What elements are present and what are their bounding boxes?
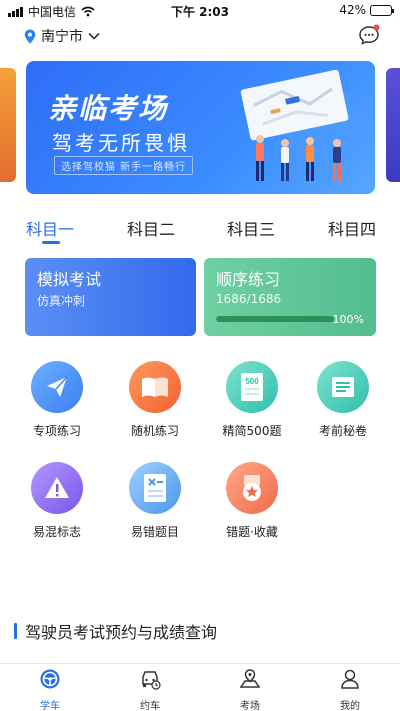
feature-error-prone[interactable]: 易错题目 <box>115 462 195 540</box>
map-pin-icon <box>239 669 261 688</box>
sequential-progress-fill <box>216 316 334 322</box>
nav-label: 学车 <box>40 701 60 711</box>
feature-pre-exam-papers[interactable]: 考前秘卷 <box>303 361 383 439</box>
mock-exam-title: 模拟考试 <box>37 270 102 289</box>
feature-label: 错题·收藏 <box>226 525 278 539</box>
person-icon <box>341 669 359 689</box>
people-carrying-map-illustration <box>240 69 365 181</box>
feature-label: 考前秘卷 <box>318 424 367 438</box>
status-bar: 中国电信 下午 2:03 42% <box>0 0 400 22</box>
promo-banner[interactable]: 亲临考场 驾考无所畏惧 选择驾校猫 新手一路畅行 <box>26 61 375 194</box>
message-button[interactable] <box>358 24 380 46</box>
scroll-icon <box>317 361 369 413</box>
mock-exam-subtitle: 仿真冲刺 <box>37 294 86 308</box>
nav-label: 考场 <box>240 701 260 711</box>
question-sheet-icon: 500 <box>226 361 278 413</box>
feature-label: 随机练习 <box>130 424 179 438</box>
sequential-practice-card[interactable]: 顺序练习 1686/1686 100% <box>204 258 376 336</box>
sequential-practice-title: 顺序练习 <box>216 270 281 289</box>
wrong-answer-icon <box>129 462 181 514</box>
sequential-progress-bar <box>216 316 334 322</box>
city-selector[interactable]: 南宁市 <box>24 26 100 46</box>
banner-prev-peek[interactable] <box>0 68 16 182</box>
banner-tagline: 选择驾校猫 新手一路畅行 <box>54 156 194 175</box>
feature-label: 易混标志 <box>32 525 81 539</box>
feature-500-questions[interactable]: 500 精简500题 <box>212 361 292 439</box>
banner-title: 亲临考场 <box>48 92 169 125</box>
battery-icon <box>370 4 394 16</box>
feature-label: 专项练习 <box>32 424 81 438</box>
banner-next-peek[interactable] <box>386 68 400 182</box>
chevron-down-icon <box>88 32 100 40</box>
feature-label: 精简500题 <box>222 424 282 438</box>
subject-tabs: 科目一 科目二 科目三 科目四 <box>0 216 400 246</box>
feature-label: 易错题目 <box>130 525 179 539</box>
feature-special-practice[interactable]: 专项练习 <box>17 361 97 439</box>
nav-exam-site[interactable]: 考场 <box>220 668 280 711</box>
exam-booking-section-header[interactable]: 驾驶员考试预约与成绩查询 <box>14 621 218 642</box>
nav-label: 我的 <box>340 701 360 711</box>
paper-plane-icon <box>31 361 83 413</box>
tab-subject-2[interactable]: 科目二 <box>127 216 175 240</box>
active-tab-indicator <box>42 241 60 244</box>
svg-text:500: 500 <box>245 377 259 386</box>
car-icon <box>142 671 161 690</box>
nav-learn-driving[interactable]: 学车 <box>20 668 80 711</box>
star-badge-icon <box>226 462 278 514</box>
section-accent-bar <box>14 623 17 639</box>
battery-percent: 42% <box>339 3 366 17</box>
nav-profile[interactable]: 我的 <box>320 668 380 711</box>
status-right: 42% <box>339 3 394 17</box>
tab-subject-1[interactable]: 科目一 <box>26 216 74 240</box>
tab-subject-3[interactable]: 科目三 <box>227 216 275 240</box>
nav-book-car[interactable]: 约车 <box>120 668 180 711</box>
sequential-progress-percent: 100% <box>332 313 364 326</box>
nav-label: 约车 <box>140 701 160 711</box>
bottom-navigation: 学车 约车 考场 我的 <box>0 663 400 711</box>
feature-random-practice[interactable]: 随机练习 <box>115 361 195 439</box>
mock-exam-card[interactable]: 模拟考试 仿真冲刺 <box>25 258 196 336</box>
feature-confusing-signs[interactable]: 易混标志 <box>17 462 97 540</box>
app-screen: 中国电信 下午 2:03 42% 南宁市 亲临考场 驾考无所畏惧 选择驾校猫 新… <box>0 0 400 711</box>
location-pin-icon <box>24 29 36 43</box>
warning-sign-icon <box>31 462 83 514</box>
top-header: 南宁市 <box>0 24 400 48</box>
city-label: 南宁市 <box>41 29 83 45</box>
chat-bubble-icon <box>359 24 380 45</box>
steering-wheel-icon <box>40 669 60 689</box>
feature-wrong-favorites[interactable]: 错题·收藏 <box>212 462 292 540</box>
section-title: 驾驶员考试预约与成绩查询 <box>25 623 218 642</box>
tab-subject-4[interactable]: 科目四 <box>328 216 376 240</box>
sequential-progress-count: 1686/1686 <box>216 292 282 306</box>
banner-subtitle: 驾考无所畏惧 <box>52 131 190 155</box>
open-book-icon <box>129 361 181 413</box>
